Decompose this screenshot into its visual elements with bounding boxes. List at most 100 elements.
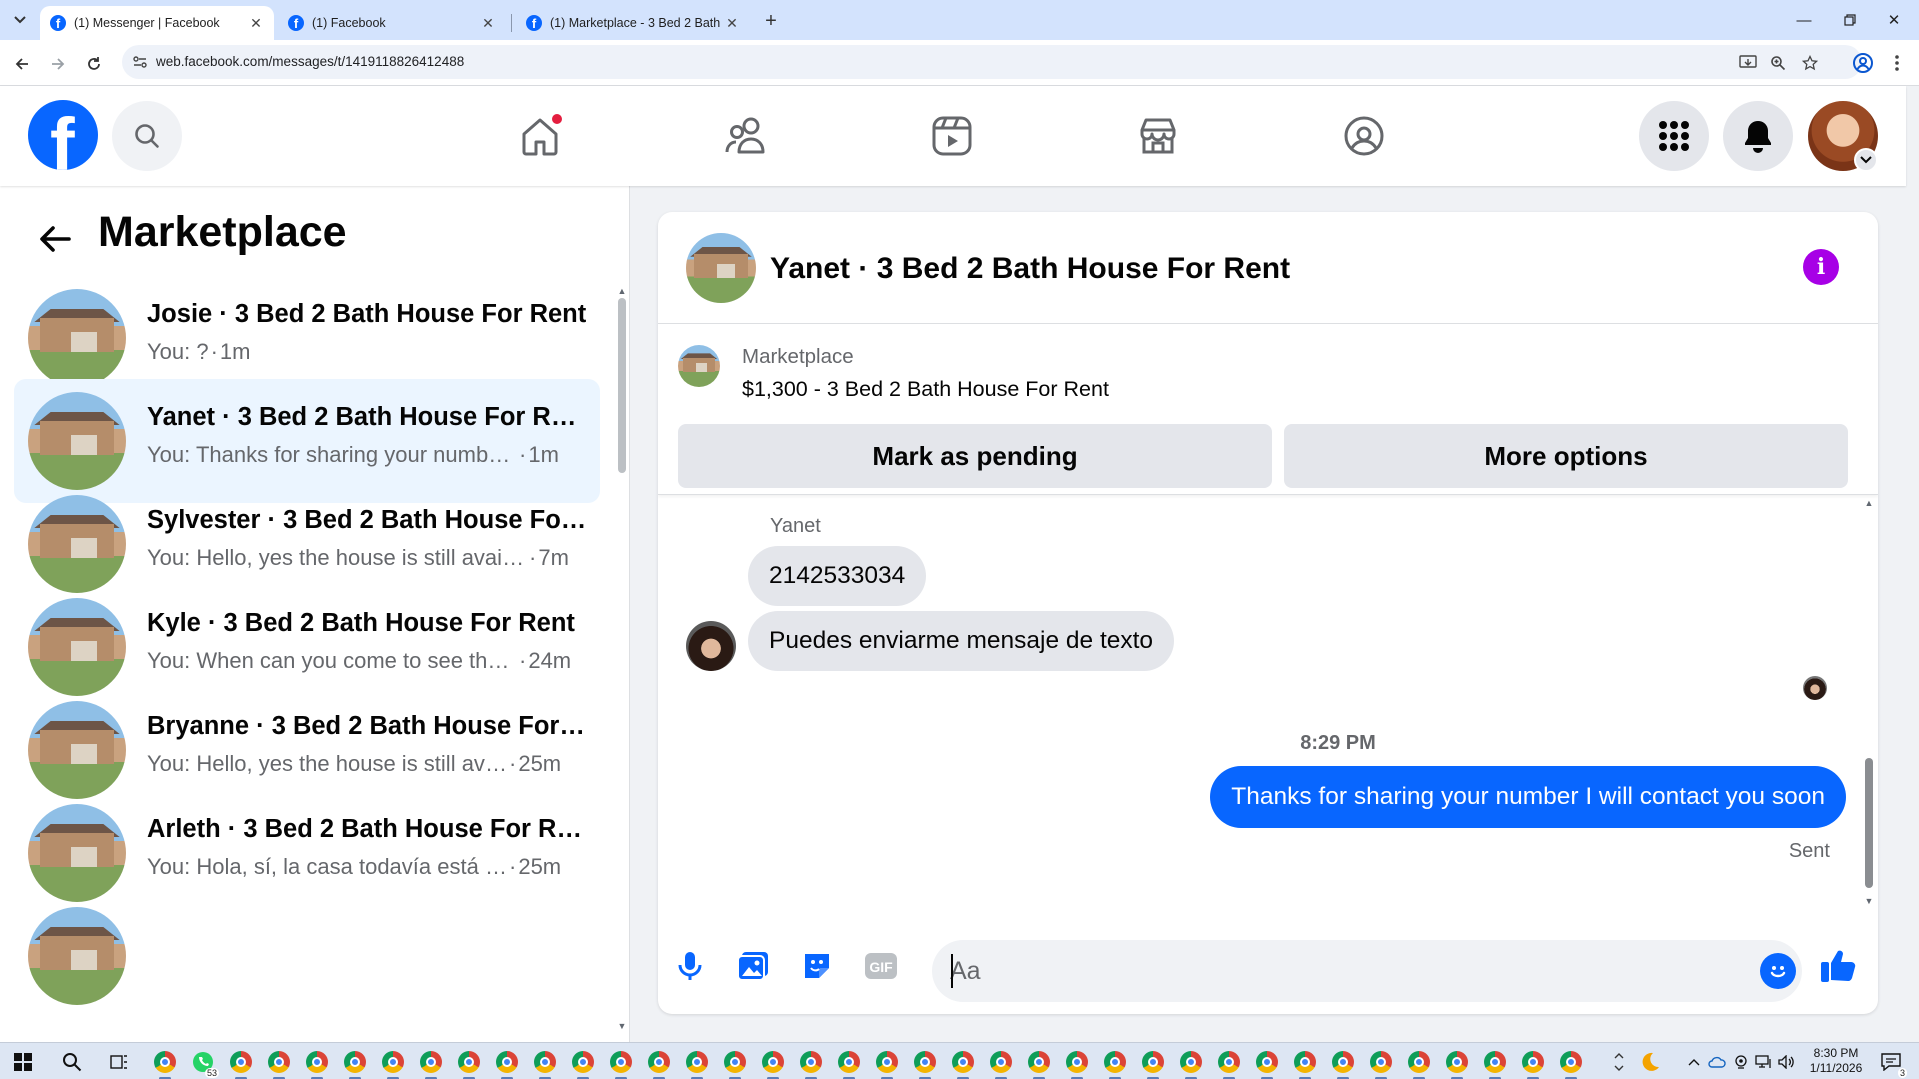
address-bar[interactable]: web.facebook.com/messages/t/141911882641… (122, 45, 1862, 79)
scrollbar-thumb[interactable] (1865, 758, 1873, 888)
nav-friends[interactable] (714, 104, 778, 168)
night-light-button[interactable] (1636, 1048, 1664, 1076)
menu-button[interactable] (1639, 101, 1709, 171)
taskbar-app-chrome[interactable] (379, 1048, 407, 1079)
taskbar-app-chrome[interactable] (493, 1048, 521, 1079)
taskbar-app-chrome[interactable] (683, 1048, 711, 1079)
taskbar-app-chrome[interactable] (1063, 1048, 1091, 1079)
taskbar-app-chrome[interactable] (1367, 1048, 1395, 1079)
taskbar-app-chrome[interactable] (531, 1048, 559, 1079)
nav-video[interactable] (920, 104, 984, 168)
incoming-message[interactable]: Puedes enviarme mensaje de texto (748, 611, 1175, 671)
taskbar-app-chrome[interactable] (949, 1048, 977, 1079)
task-view-button[interactable] (105, 1048, 133, 1076)
taskbar-app-chrome[interactable] (569, 1048, 597, 1079)
taskbar-app-chrome[interactable] (341, 1048, 369, 1079)
sticker-button[interactable] (797, 946, 837, 986)
taskbar-app-chrome[interactable] (607, 1048, 635, 1079)
message-input[interactable] (950, 950, 1730, 992)
taskbar-app-chrome[interactable] (1177, 1048, 1205, 1079)
taskbar-app-chrome[interactable] (1519, 1048, 1547, 1079)
back-button[interactable] (36, 220, 74, 258)
more-options-button[interactable]: More options (1284, 424, 1848, 488)
listing-title[interactable]: $1,300 - 3 Bed 2 Bath House For Rent (742, 377, 1109, 402)
taskbar-app-chrome[interactable] (1215, 1048, 1243, 1079)
nav-gaming[interactable] (1332, 104, 1396, 168)
taskbar-app-chrome[interactable] (417, 1048, 445, 1079)
tab-close-icon[interactable]: ✕ (248, 15, 264, 32)
taskbar-app-chrome[interactable] (1557, 1048, 1585, 1079)
new-tab-button[interactable]: + (758, 8, 784, 34)
emoji-button[interactable] (1760, 953, 1796, 989)
taskbar-overflow-button[interactable] (1605, 1048, 1633, 1076)
install-app-icon[interactable] (1738, 53, 1758, 73)
account-menu-button[interactable] (1854, 148, 1878, 172)
taskbar-app-chrome[interactable] (265, 1048, 293, 1079)
restore-button[interactable] (1830, 8, 1870, 32)
tab-search-button[interactable] (6, 8, 34, 32)
voice-clip-button[interactable] (670, 946, 710, 986)
chat-title[interactable]: Yanet · 3 Bed 2 Bath House For Rent (770, 252, 1290, 286)
reload-button[interactable] (82, 52, 106, 76)
tab-messenger[interactable]: f (1) Messenger | Facebook ✕ (40, 6, 274, 40)
tab-close-icon[interactable]: ✕ (724, 15, 740, 32)
taskbar-app-chrome[interactable] (151, 1048, 179, 1079)
site-settings-icon[interactable] (132, 54, 148, 70)
taskbar-app-chrome[interactable] (721, 1048, 749, 1079)
nav-home[interactable] (508, 104, 572, 168)
gif-button[interactable]: GIF (861, 946, 901, 986)
volume-tray-icon[interactable] (1773, 1048, 1801, 1076)
taskbar-app-chrome[interactable] (759, 1048, 787, 1079)
like-button[interactable] (1818, 946, 1858, 986)
forward-button[interactable] (46, 52, 70, 76)
sender-avatar[interactable] (686, 621, 736, 671)
search-button[interactable] (112, 101, 182, 171)
bookmark-star-icon[interactable] (1800, 53, 1820, 73)
taskbar-app-chrome[interactable] (1481, 1048, 1509, 1079)
taskbar-app-chrome[interactable] (1101, 1048, 1129, 1079)
scrollbar-thumb[interactable] (618, 298, 626, 473)
tab-marketplace[interactable]: f (1) Marketplace - 3 Bed 2 Bath H ✕ (516, 6, 750, 40)
start-button[interactable] (9, 1048, 37, 1076)
taskbar-app-chrome[interactable] (303, 1048, 331, 1079)
facebook-logo[interactable]: f (28, 100, 98, 170)
back-button[interactable] (10, 52, 34, 76)
notification-center-button[interactable]: 3 (1877, 1048, 1907, 1078)
info-icon[interactable]: i (1803, 249, 1839, 285)
browser-menu-icon[interactable] (1886, 52, 1908, 74)
taskbar-app-chrome[interactable] (227, 1048, 255, 1079)
conversation-item[interactable] (14, 894, 600, 1018)
taskbar-app-chrome[interactable] (987, 1048, 1015, 1079)
outgoing-message[interactable]: Thanks for sharing your number I will co… (1210, 766, 1846, 828)
tab-close-icon[interactable]: ✕ (480, 15, 496, 32)
taskbar-app-chrome[interactable] (873, 1048, 901, 1079)
sidebar-scrollbar[interactable]: ▲ ▼ (617, 286, 627, 1031)
chat-scrollbar[interactable]: ▲ ▼ (1863, 498, 1875, 908)
taskbar-app-chrome[interactable] (797, 1048, 825, 1079)
taskbar-app-chrome[interactable] (835, 1048, 863, 1079)
close-window-button[interactable]: ✕ (1874, 8, 1914, 32)
minimize-button[interactable]: — (1784, 8, 1824, 32)
taskbar-app-chrome[interactable] (645, 1048, 673, 1079)
taskbar-app-chrome[interactable] (1025, 1048, 1053, 1079)
mark-as-pending-button[interactable]: Mark as pending (678, 424, 1272, 488)
nav-marketplace[interactable] (1126, 104, 1190, 168)
listing-thumbnail[interactable] (678, 345, 720, 387)
taskbar-app-chrome[interactable] (1139, 1048, 1167, 1079)
listing-thumbnail[interactable] (686, 233, 756, 303)
taskbar-app-chrome[interactable] (911, 1048, 939, 1079)
browser-profile-icon[interactable] (1852, 52, 1874, 74)
incoming-message[interactable]: 2142533034 (748, 546, 927, 606)
notifications-button[interactable] (1723, 101, 1793, 171)
taskbar-app-chrome[interactable] (1291, 1048, 1319, 1079)
attach-photo-button[interactable] (733, 946, 773, 986)
taskbar-app-chrome[interactable] (1253, 1048, 1281, 1079)
taskbar-app-chrome[interactable] (455, 1048, 483, 1079)
tab-facebook[interactable]: f (1) Facebook ✕ (278, 6, 506, 40)
taskbar-app-whatsapp[interactable]: 53 (189, 1048, 219, 1078)
taskbar-app-chrome[interactable] (1443, 1048, 1471, 1079)
message-input-box[interactable] (932, 940, 1802, 1002)
taskbar-app-chrome[interactable] (1329, 1048, 1357, 1079)
taskbar-search-button[interactable] (58, 1048, 86, 1076)
taskbar-clock[interactable]: 8:30 PM 1/11/2026 (1806, 1046, 1866, 1076)
